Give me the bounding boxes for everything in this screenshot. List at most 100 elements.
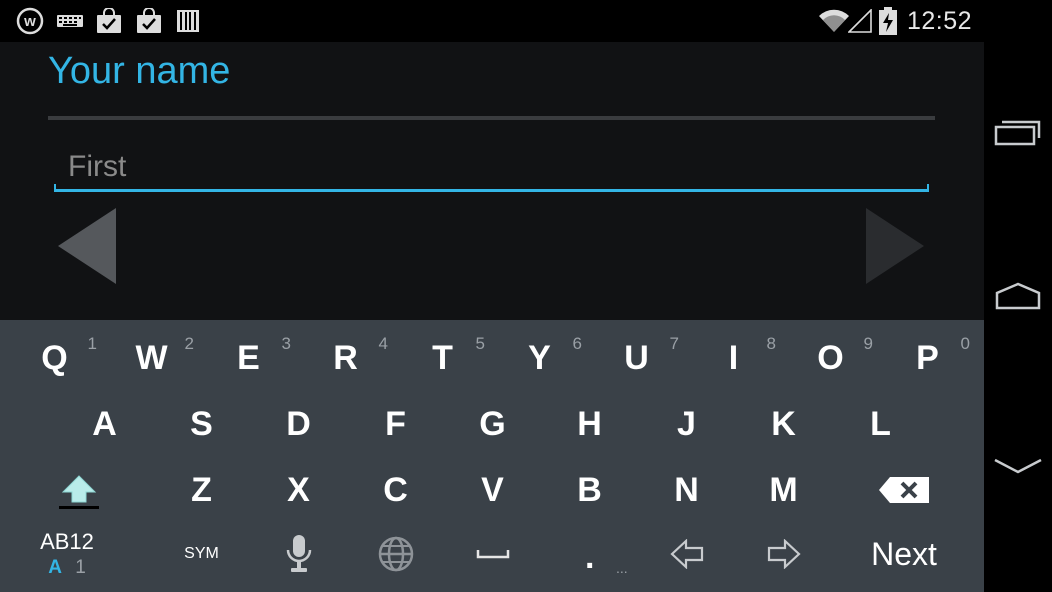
input-mode-active: A [48, 557, 62, 578]
clock: 12:52 [906, 7, 972, 35]
shift-icon [58, 475, 99, 509]
key-hint: 2 [184, 334, 194, 353]
key-hint: 9 [863, 334, 873, 353]
recents-button[interactable] [984, 92, 1052, 172]
key-d[interactable]: D [250, 392, 347, 456]
key-q[interactable]: Q1 [6, 328, 103, 388]
next-arrow-button[interactable] [864, 206, 924, 286]
key-hint: 6 [572, 334, 582, 353]
field-underline [54, 189, 929, 192]
key-u[interactable]: U7 [588, 328, 685, 388]
key-hint: 1 [87, 334, 97, 353]
key-l[interactable]: L [832, 392, 929, 456]
key-hint: 4 [378, 334, 388, 353]
key-label: U [624, 338, 649, 377]
arrow-left-icon [58, 208, 116, 284]
shopping-bag-check-icon [95, 8, 123, 34]
language-key[interactable] [347, 520, 444, 588]
key-y[interactable]: Y6 [491, 328, 588, 388]
field-underline-right-tick [927, 184, 929, 192]
microphone-icon [286, 535, 311, 572]
input-mode-inactive: 1 [75, 557, 86, 578]
input-mode-label: AB12 [40, 529, 94, 554]
space-key[interactable] [444, 520, 541, 588]
battery-charging-icon [878, 7, 898, 35]
key-hint: 7 [669, 334, 679, 353]
key-i[interactable]: I8 [685, 328, 782, 388]
key-label: R [333, 338, 358, 377]
key-h[interactable]: H [541, 392, 638, 456]
keyboard-icon [56, 8, 84, 34]
key-t[interactable]: T5 [394, 328, 491, 388]
key-hint: 0 [960, 334, 970, 353]
chevron-down-icon [994, 458, 1042, 474]
previous-button[interactable] [56, 206, 116, 286]
key-b[interactable]: B [541, 458, 638, 522]
key-m[interactable]: M [735, 458, 832, 522]
key-n[interactable]: N [638, 458, 735, 522]
navigation-bar [984, 0, 1052, 592]
key-f[interactable]: F [347, 392, 444, 456]
key-hint: 8 [766, 334, 776, 353]
key-o[interactable]: O9 [782, 328, 879, 388]
back-button[interactable] [984, 426, 1052, 506]
key-hint: 3 [281, 334, 291, 353]
title-divider [48, 116, 935, 120]
key-p[interactable]: P0 [879, 328, 976, 388]
key-g[interactable]: G [444, 392, 541, 456]
arrow-right-outline-icon [767, 539, 801, 569]
period-hint: ... [616, 560, 628, 576]
cell-signal-icon [848, 8, 872, 34]
shopping-bag-check-icon [135, 8, 163, 34]
key-label: P [916, 338, 939, 377]
delete-key[interactable] [855, 458, 952, 522]
wordweb-icon: w [16, 7, 44, 35]
key-label: O [817, 338, 844, 377]
key-e[interactable]: E3 [200, 328, 297, 388]
first-name-field[interactable] [54, 144, 929, 194]
period-key[interactable]: . ... [541, 520, 638, 588]
key-j[interactable]: J [638, 392, 735, 456]
symbols-key[interactable]: SYM [153, 520, 250, 588]
soft-keyboard: Q1 W2 E3 R4 T5 Y6 U7 I8 O9 P0 A S D F G … [0, 320, 984, 592]
key-r[interactable]: R4 [297, 328, 394, 388]
key-label: E [237, 338, 260, 377]
key-s[interactable]: S [153, 392, 250, 456]
backspace-icon [878, 477, 929, 503]
key-v[interactable]: V [444, 458, 541, 522]
home-icon [995, 282, 1041, 310]
next-key[interactable]: Next [848, 520, 960, 588]
key-label: Y [528, 338, 551, 377]
key-hint: 5 [475, 334, 485, 353]
content-area: Your name [0, 42, 984, 320]
barcode-icon [176, 8, 200, 34]
key-k[interactable]: K [735, 392, 832, 456]
key-x[interactable]: X [250, 458, 347, 522]
space-icon [476, 550, 509, 559]
key-a[interactable]: A [56, 392, 153, 456]
field-underline-left-tick [54, 184, 56, 192]
shift-key[interactable] [30, 458, 127, 522]
arrow-right-icon [866, 208, 924, 284]
voice-input-key[interactable] [250, 520, 347, 588]
page-title: Your name [48, 50, 231, 92]
recents-icon [994, 120, 1041, 146]
key-z[interactable]: Z [153, 458, 250, 522]
arrow-left-outline-icon [669, 539, 703, 569]
key-c[interactable]: C [347, 458, 444, 522]
key-label: Q [41, 338, 68, 377]
key-label: I [728, 338, 739, 377]
cursor-right-key[interactable] [735, 520, 832, 588]
period-label: . [585, 538, 595, 576]
key-label: T [432, 338, 453, 377]
wifi-icon [818, 8, 850, 34]
cursor-left-key[interactable] [638, 520, 735, 588]
input-mode-key[interactable]: AB12 A 1 [20, 520, 114, 588]
home-button[interactable] [984, 256, 1052, 336]
first-name-input[interactable] [54, 144, 929, 190]
key-label: W [135, 338, 168, 377]
status-bar: w 12:52 [0, 0, 984, 42]
svg-text:w: w [23, 13, 36, 30]
globe-icon [378, 536, 413, 572]
key-w[interactable]: W2 [103, 328, 200, 388]
